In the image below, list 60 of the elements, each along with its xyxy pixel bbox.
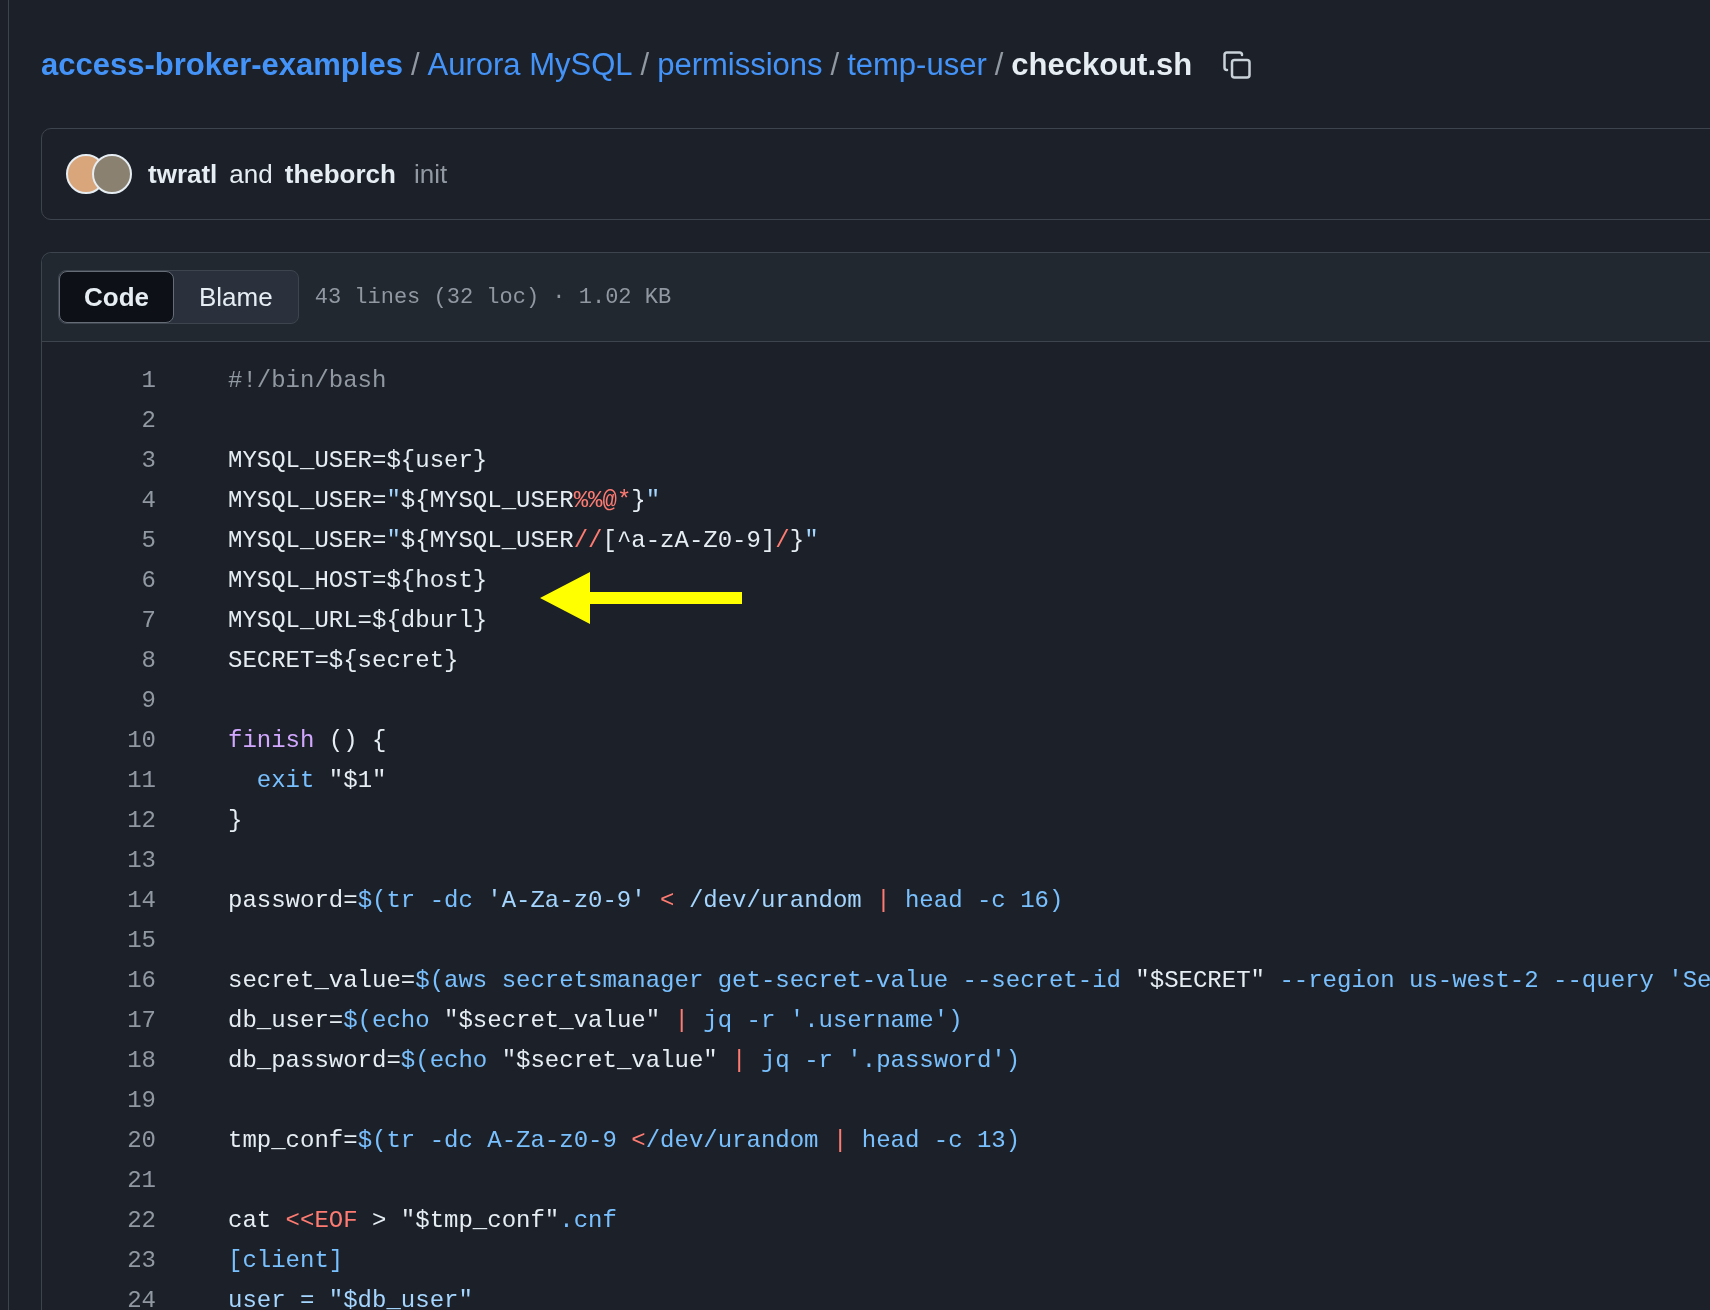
line-number: 8 bbox=[140, 646, 156, 674]
code-line: MYSQL_USER=${user} bbox=[228, 446, 488, 474]
view-tab[interactable]: Code bbox=[59, 271, 174, 323]
code-line: #!/bin/bash bbox=[228, 366, 387, 394]
line-number: 3 bbox=[140, 446, 156, 474]
code-line: } bbox=[228, 806, 243, 834]
line-number: 5 bbox=[140, 526, 156, 554]
code-line: password=$(tr -dc 'A-Za-z0-9' < /dev/urandom | head -c 16) bbox=[228, 886, 1064, 914]
line-number: 17 bbox=[126, 1006, 156, 1034]
line-number: 7 bbox=[140, 606, 156, 634]
line-number: 10 bbox=[126, 726, 156, 754]
line-number: 2 bbox=[140, 406, 156, 434]
breadcrumb-separator: / bbox=[830, 47, 840, 83]
breadcrumb-separator: / bbox=[640, 47, 650, 83]
breadcrumb-separator: / bbox=[994, 47, 1004, 83]
breadcrumb-link[interactable]: permissions bbox=[657, 47, 823, 83]
code-line: exit "$1" bbox=[255, 766, 387, 794]
line-number: 1 bbox=[140, 366, 156, 394]
breadcrumb-link[interactable]: temp-user bbox=[847, 47, 987, 83]
line-number: 20 bbox=[126, 1126, 156, 1154]
joiner-text: and bbox=[229, 158, 273, 190]
code-line: MYSQL_USER="${MYSQL_USER%%@*}" bbox=[228, 486, 661, 514]
avatar bbox=[92, 154, 132, 194]
line-number: 18 bbox=[126, 1046, 156, 1074]
breadcrumb-link[interactable]: access-broker-examples bbox=[41, 47, 403, 83]
line-number: 11 bbox=[126, 766, 156, 794]
line-number: 6 bbox=[140, 566, 156, 594]
code-line: [client] bbox=[228, 1246, 344, 1274]
code-line: MYSQL_USER="${MYSQL_USER//[^a-zA-Z0-9]/}" bbox=[228, 526, 819, 554]
code-line: db_password=$(echo "$secret_value" | jq -r '.password') bbox=[228, 1046, 1021, 1074]
code-line: tmp_conf=$(tr -dc A-Za-z0-9 </dev/urandom | head -c 13) bbox=[228, 1126, 1021, 1154]
code-line: db_user=$(echo "$secret_value" | jq -r '.username') bbox=[228, 1006, 963, 1034]
line-number: 13 bbox=[126, 846, 156, 874]
code-line: finish () { bbox=[228, 726, 387, 754]
code-line: user = "$db_user" bbox=[228, 1286, 473, 1310]
line-number: 15 bbox=[126, 926, 156, 954]
author-link[interactable]: twratl bbox=[148, 158, 218, 190]
code-line: cat <<EOF > "$tmp_conf".cnf bbox=[228, 1206, 617, 1234]
line-number: 21 bbox=[126, 1166, 156, 1194]
breadcrumb-link[interactable]: Aurora MySQL bbox=[427, 47, 633, 83]
file-name: checkout.sh bbox=[1011, 47, 1193, 83]
code-line: MYSQL_HOST=${host} bbox=[228, 566, 488, 594]
code-line: SECRET=${secret} bbox=[228, 646, 459, 674]
author-link[interactable]: theborch bbox=[284, 158, 396, 190]
line-number: 19 bbox=[126, 1086, 156, 1114]
line-number: 9 bbox=[140, 686, 156, 714]
code-line: secret_value=$(aws secretsmanager get-secret-value --secret-id "$SECRET" --region us-west-2 --query 'Se bbox=[228, 966, 1710, 994]
line-number: 23 bbox=[126, 1246, 156, 1274]
line-number: 24 bbox=[126, 1286, 156, 1310]
file-info: 43 lines (32 loc) · 1.02 KB bbox=[314, 284, 672, 310]
line-number: 4 bbox=[140, 486, 156, 514]
breadcrumb-separator: / bbox=[410, 47, 420, 83]
line-number: 22 bbox=[126, 1206, 156, 1234]
line-number: 12 bbox=[126, 806, 156, 834]
copy-icon bbox=[1222, 50, 1253, 80]
line-number: 16 bbox=[126, 966, 156, 994]
commit-message[interactable]: init bbox=[413, 158, 448, 190]
line-number: 14 bbox=[126, 886, 156, 914]
code-line: MYSQL_URL=${dburl} bbox=[228, 606, 488, 634]
view-tab[interactable]: Blame bbox=[174, 271, 298, 323]
